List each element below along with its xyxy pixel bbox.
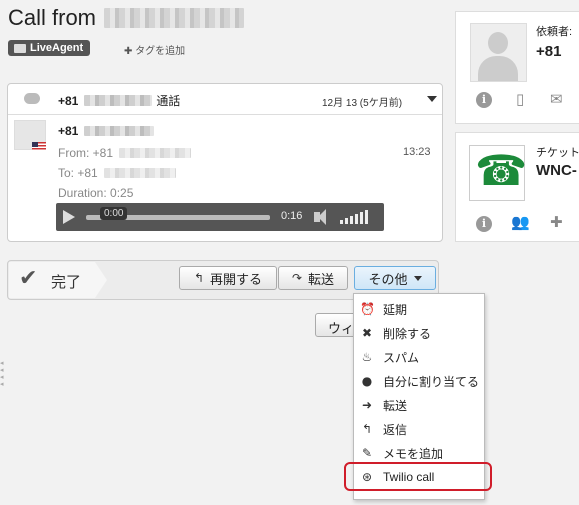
page-title: Call from xyxy=(8,5,245,31)
flame-icon: ♨ xyxy=(361,350,373,364)
checkmark-icon: ✔ xyxy=(19,266,38,291)
alarm-clock-icon: ⏰ xyxy=(360,302,375,316)
tag-liveagent[interactable]: LiveAgent xyxy=(8,40,91,56)
seek-bar[interactable]: 0:00 xyxy=(86,207,270,220)
arrow-right-icon: ➜ xyxy=(361,398,373,412)
title-text: Call from xyxy=(8,5,97,30)
forward-icon: ↷ xyxy=(291,271,303,285)
reopen-button[interactable]: ↰ 再開する xyxy=(179,266,277,290)
caller-number: +81 xyxy=(58,124,155,138)
call-card: +81 通話 12月 13 (5ケ月前) +81 From: +81 To: +8… xyxy=(7,83,443,242)
customer-avatar xyxy=(470,23,527,82)
document-icon[interactable]: ▯ xyxy=(516,90,524,108)
menu-item-delete[interactable]: ✖ 削除する xyxy=(354,321,484,345)
play-icon[interactable] xyxy=(63,210,75,224)
from-line: From: +81 xyxy=(58,146,192,160)
mail-icon[interactable]: ✉ xyxy=(550,90,563,108)
reply-icon: ↰ xyxy=(361,422,373,436)
chevron-down-icon xyxy=(413,275,422,281)
to-line: To: +81 xyxy=(58,166,176,180)
menu-item-spam[interactable]: ♨ スパム xyxy=(354,345,484,369)
redacted-caller xyxy=(104,8,245,28)
done-label: 完了 xyxy=(51,274,82,291)
duration-line: Duration: 0:25 xyxy=(58,186,134,200)
chevron-down-icon[interactable] xyxy=(427,96,437,102)
ticket-label: チケット xyxy=(536,147,579,159)
customer-panel: 依頼者: +81 i ▯ ✉ xyxy=(455,11,579,124)
customer-label: 依頼者: xyxy=(536,26,573,38)
call-card-header[interactable]: +81 通話 12月 13 (5ケ月前) xyxy=(8,84,442,115)
menu-item-postpone[interactable]: ⏰ 延期 xyxy=(354,297,484,321)
customer-number: +81 xyxy=(536,43,562,60)
more-button[interactable]: その他 xyxy=(354,266,436,290)
audio-length: 0:16 xyxy=(281,210,303,222)
menu-item-forward[interactable]: ➜ 転送 xyxy=(354,393,484,417)
puzzle-icon[interactable]: ✚ xyxy=(550,213,563,231)
ticket-code: WNC- xyxy=(536,162,577,179)
forward-button[interactable]: ↷ 転送 xyxy=(278,266,348,290)
add-tag-link[interactable]: ✚ タグを追加 xyxy=(124,42,185,57)
call-time: 13:23 xyxy=(403,146,431,158)
ticket-panel: チケット WNC- i 👥 ✚ xyxy=(455,132,579,242)
tag-label: LiveAgent xyxy=(30,42,84,54)
current-time: 0:00 xyxy=(100,207,128,220)
done-button[interactable]: ✔ 完了 xyxy=(9,262,107,298)
call-header-title: +81 通話 xyxy=(58,94,181,108)
users-icon[interactable]: 👥 xyxy=(511,213,530,231)
info-icon[interactable]: i xyxy=(476,216,492,232)
chat-bubble-icon xyxy=(24,93,40,104)
phone-icon xyxy=(469,145,527,201)
note-icon: ✎ xyxy=(361,446,373,460)
resize-handle[interactable]: ◂ ◂ ◂ ◂ xyxy=(0,360,6,388)
volume-bars[interactable] xyxy=(340,210,368,224)
reply-icon: ↰ xyxy=(193,271,205,285)
info-icon[interactable]: i xyxy=(476,92,492,108)
x-icon: ✖ xyxy=(361,326,373,340)
us-flag-icon xyxy=(32,142,46,151)
highlight-box xyxy=(344,462,492,491)
folder-icon xyxy=(14,43,26,53)
menu-item-reply[interactable]: ↰ 返信 xyxy=(354,417,484,441)
call-date: 12月 13 (5ケ月前) xyxy=(322,98,403,109)
speaker-icon[interactable] xyxy=(314,209,326,225)
person-icon: ● xyxy=(361,374,373,388)
menu-item-assign-self[interactable]: ● 自分に割り当てる xyxy=(354,369,484,393)
audio-player: 0:00 0:16 xyxy=(56,203,384,231)
